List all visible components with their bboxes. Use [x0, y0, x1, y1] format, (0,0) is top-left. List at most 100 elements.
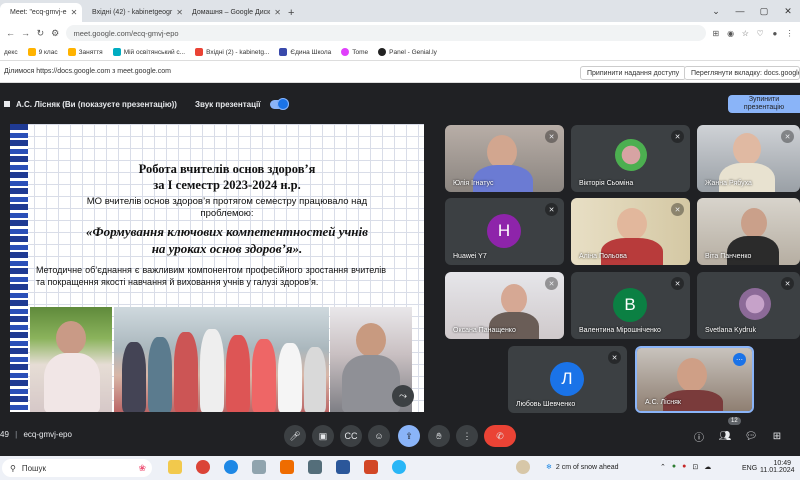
camera-icon[interactable]: ▣ — [312, 425, 334, 447]
site-icon — [112, 48, 121, 56]
taskbar-search[interactable]: ⚲ Пошук ❀ — [2, 459, 152, 477]
participant-tile[interactable]: В ✕ Валентина Мірошніченко — [571, 272, 690, 339]
presenter-bar: А.С. Лісняк (Ви (показуєте презентацію))… — [0, 94, 800, 114]
new-tab-button[interactable]: + — [282, 3, 300, 22]
site-info-icon[interactable]: ⚙ — [51, 28, 60, 39]
install-icon[interactable]: ⊞ — [712, 29, 721, 38]
end-call-icon[interactable]: ✆ — [484, 425, 516, 447]
word-icon[interactable] — [336, 460, 350, 474]
more-options-icon[interactable]: ⋮ — [456, 425, 478, 447]
bookmark-item[interactable]: Заняття — [67, 48, 103, 56]
participant-photo — [739, 288, 771, 320]
share-icon[interactable]: ⤳ — [392, 385, 414, 407]
telegram-icon[interactable] — [392, 460, 406, 474]
participant-name: Оксана Панащенко — [453, 327, 516, 334]
emoji-icon[interactable]: ☺ — [368, 425, 390, 447]
sharing-notice: Ділимося https://docs.google.com з meet.… — [4, 68, 171, 75]
close-window-icon[interactable]: ✕ — [776, 0, 800, 22]
view-tab-button[interactable]: Переглянути вкладку: docs.google.com — [684, 66, 800, 80]
file-explorer-icon[interactable] — [168, 460, 182, 474]
photo-person — [278, 343, 302, 412]
tray-icon[interactable]: ● — [672, 463, 676, 471]
close-icon[interactable]: ✕ — [274, 8, 281, 17]
stop-sharing-button[interactable]: Припинити надання доступу — [580, 66, 687, 80]
bookmark-label: Єдина Школа — [290, 48, 332, 56]
bookmark-item[interactable]: 9 клас — [27, 48, 58, 56]
info-icon[interactable]: ⓘ — [688, 425, 710, 447]
bookmark-item[interactable]: Tome — [341, 48, 368, 56]
tab-bar: Meet: "ecq-gmvj-e ✕ Вхідні (42) - kabine… — [0, 0, 800, 22]
slide-title: Робота вчителів основ здоров’я — [138, 162, 316, 176]
edge-icon[interactable] — [224, 460, 238, 474]
bookmark-item[interactable]: Вхідні (2) - kabinetg... — [195, 48, 269, 56]
present-now-icon[interactable]: ⇪ — [398, 425, 420, 447]
photo-body — [342, 355, 400, 412]
present-icon — [4, 101, 10, 107]
participant-tile[interactable]: Віта Панченко — [697, 198, 800, 265]
raise-hand-icon[interactable]: ✋︎ — [428, 425, 450, 447]
app-icon[interactable] — [280, 460, 294, 474]
close-icon[interactable]: ✕ — [71, 8, 78, 17]
tray-icon[interactable]: ● — [682, 463, 686, 471]
user-icon[interactable] — [516, 460, 530, 474]
address-bar: ← → ↻ ⚙ meet.google.com/ecq-gmvj-epo ⊞ ◉… — [0, 22, 800, 44]
opera-icon[interactable] — [196, 460, 210, 474]
tray-icon[interactable]: ☁ — [704, 463, 711, 471]
reload-icon[interactable]: ↻ — [36, 28, 45, 39]
participant-tile[interactable]: ✕ Оксана Панащенко — [445, 272, 564, 339]
tab-drive[interactable]: Домашня – Google Диск ✕ — [182, 3, 282, 22]
star-icon[interactable]: ☆ — [741, 29, 750, 38]
app-icon[interactable] — [308, 460, 322, 474]
bookmark-item[interactable]: Єдина Школа — [279, 48, 331, 56]
sound-toggle[interactable] — [270, 97, 290, 110]
participant-count-badge: 12 — [728, 417, 741, 425]
profile-icon[interactable]: ● — [771, 29, 780, 38]
minimize-icon[interactable]: — — [728, 0, 752, 22]
bookmark-item[interactable]: Мій освітянський с... — [112, 48, 185, 56]
photo-body — [44, 353, 100, 412]
camera-icon[interactable]: ◉ — [726, 29, 735, 38]
participant-tile[interactable]: ✕ Svetlana Kydruk — [697, 272, 800, 339]
weather-widget[interactable]: ❄ 2 cm of snow ahead — [546, 463, 619, 472]
slide-theme-line1: «Формування ключових компетентностей учн… — [86, 224, 368, 239]
participant-tile[interactable]: ✕ Жанна Рябуха — [697, 125, 800, 192]
participant-tile-self[interactable]: ⋯ А.С. Лісняк — [635, 346, 754, 413]
people-icon[interactable]: 👥︎ — [714, 425, 736, 447]
participant-tile[interactable]: Л ✕ Любовь Шевченко — [508, 346, 627, 413]
participant-body — [727, 236, 779, 265]
participant-tile[interactable]: ✕ Аліна Польова — [571, 198, 690, 265]
bookmark-item[interactable]: Panel - Genial.ly — [378, 48, 437, 56]
mic-off-icon: ✕ — [671, 277, 684, 290]
chevron-up-icon[interactable]: ⌃ — [660, 463, 666, 471]
powerpoint-icon[interactable] — [364, 460, 378, 474]
window-controls: ⌄ — ▢ ✕ — [704, 0, 800, 22]
heart-icon[interactable]: ♡ — [756, 29, 765, 38]
participant-tile[interactable]: H ✕ Huawei Y7 — [445, 198, 564, 265]
clock[interactable]: 10:49 11.01.2024 — [760, 460, 795, 474]
url-field[interactable]: meet.google.com/ecq-gmvj-epo — [65, 25, 706, 41]
bookmark-item[interactable]: декс — [4, 49, 18, 56]
chat-icon[interactable]: 💬︎ — [740, 425, 762, 447]
chevron-down-icon[interactable]: ⌄ — [704, 0, 728, 22]
store-icon[interactable] — [252, 460, 266, 474]
back-icon[interactable]: ← — [6, 28, 15, 38]
meeting-time: 49 — [0, 430, 9, 439]
captions-icon[interactable]: CC — [340, 425, 362, 447]
maximize-icon[interactable]: ▢ — [752, 0, 776, 22]
mic-icon[interactable]: 🎤︎ — [284, 425, 306, 447]
activities-icon[interactable]: ⊞ — [766, 425, 788, 447]
forward-icon[interactable]: → — [21, 28, 30, 38]
clock-date: 11.01.2024 — [760, 467, 795, 474]
tray-icon[interactable]: ⊡ — [692, 463, 698, 471]
stop-presenting-button[interactable]: Зупинити презентацію — [728, 95, 800, 113]
tab-gmail[interactable]: Вхідні (42) - kabinetgeogr ✕ — [82, 3, 182, 22]
participant-tile[interactable]: ✕ Вікторія Сьоміна — [571, 125, 690, 192]
participant-tile[interactable]: ✕ Юлія Ігнатус — [445, 125, 564, 192]
more-options-icon[interactable]: ⋯ — [733, 353, 746, 366]
menu-icon[interactable]: ⋮ — [785, 29, 794, 38]
participant-face — [741, 208, 767, 238]
photo-person — [200, 329, 224, 412]
slide-photo-group — [114, 307, 329, 412]
tab-meet[interactable]: Meet: "ecq-gmvj-e ✕ — [0, 3, 82, 22]
language-indicator[interactable]: ENG — [742, 465, 757, 472]
